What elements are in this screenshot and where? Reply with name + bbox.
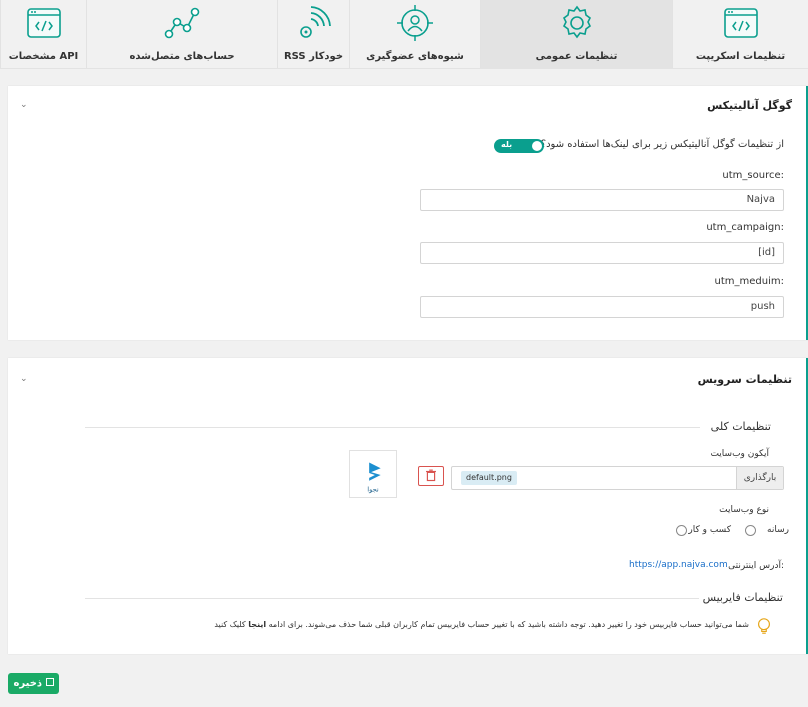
address-link[interactable]: https://app.najva.com <box>629 560 728 570</box>
tab-label: تنظیمات اسکریپت <box>695 51 786 62</box>
save-label: ذخیره <box>13 678 43 689</box>
firebase-note-tail: کلیک کنید <box>214 620 246 629</box>
code-window-icon <box>723 8 758 38</box>
delete-icon-button[interactable] <box>418 466 444 486</box>
utm-medium-input[interactable]: push <box>420 296 784 318</box>
radio-media[interactable] <box>745 525 756 536</box>
lightbulb-icon <box>758 618 770 634</box>
toggle-label: بله <box>501 140 513 149</box>
toggle-knob <box>532 141 542 151</box>
target-icon <box>397 5 433 41</box>
tab-label: شیوه‌های عضوگیری <box>366 51 464 62</box>
analytics-question: از تنظیمات گوگل آنالیتیکس زیر برای لینک‌… <box>540 139 784 150</box>
tab-label: تنظیمات عمومی <box>535 51 618 62</box>
rss-icon <box>299 6 331 38</box>
analytics-title: گوگل آنالیتیکس <box>707 99 792 112</box>
tab-membership-methods[interactable]: شیوه‌های عضوگیری <box>349 0 480 68</box>
save-button[interactable]: ذخیره <box>8 673 59 694</box>
radio-media-label: رسانه <box>767 525 789 535</box>
connected-nodes-icon <box>164 7 200 39</box>
utm-campaign-input[interactable]: [id] <box>420 242 784 264</box>
tab-rss[interactable]: RSS خودکار <box>277 0 349 68</box>
trash-icon <box>426 469 436 482</box>
tab-label: حساب‌های متصل‌شده <box>129 51 235 62</box>
tab-script-settings[interactable]: تنظیمات اسکریپت <box>672 0 808 68</box>
utm-source-label: utm_source: <box>722 170 784 181</box>
radio-business[interactable] <box>676 525 687 536</box>
code-window-icon <box>26 8 61 38</box>
firebase-link[interactable]: اینجا <box>248 620 266 629</box>
firebase-note-text: شما می‌توانید حساب فایربیس خود را تغییر … <box>268 620 749 629</box>
floppy-icon <box>45 678 54 686</box>
firebase-note: شما می‌توانید حساب فایربیس خود را تغییر … <box>214 620 749 629</box>
logo-text: نجوا <box>367 485 379 493</box>
analytics-card: گوگل آنالیتیکس ⌄ از تنظیمات گوگل آنالیتی… <box>8 86 808 340</box>
service-card: تنظیمات سرویس ⌄ تنظیمات کلی آیکون وب‌سای… <box>8 358 808 654</box>
chevron-down-icon[interactable]: ⌄ <box>20 100 28 110</box>
gear-icon <box>562 5 591 39</box>
upload-button[interactable]: بارگذاری <box>736 467 783 489</box>
utm-campaign-label: utm_campaign: <box>706 222 784 233</box>
address-label: آدرس اینترنتی: <box>728 561 784 571</box>
tab-general-settings[interactable]: تنظیمات عمومی <box>480 0 672 68</box>
website-icon-label: آیکون وب‌سایت <box>710 449 769 459</box>
service-title: تنظیمات سرویس <box>697 373 792 386</box>
website-logo-preview: نجوا <box>349 450 397 498</box>
general-settings-title: تنظیمات کلی <box>710 420 771 433</box>
divider <box>85 427 700 428</box>
tab-api-details[interactable]: مشخصات API <box>0 0 86 68</box>
tab-label: مشخصات API <box>8 51 79 62</box>
analytics-toggle[interactable]: بله <box>494 139 544 153</box>
site-type-label: نوع وب‌سایت <box>719 505 769 515</box>
tab-bar: تنظیمات اسکریپت تنظیمات عمومی شیوه‌های ع… <box>0 0 808 69</box>
tab-label: RSS خودکار <box>283 51 344 62</box>
utm-medium-label: utm_meduim: <box>714 276 784 287</box>
chevron-down-icon[interactable]: ⌄ <box>20 374 28 384</box>
file-name-chip: default.png <box>461 471 517 485</box>
utm-source-input[interactable]: Najva <box>420 189 784 211</box>
firebase-settings-title: تنظیمات فایربیس <box>702 591 783 604</box>
divider <box>85 598 699 599</box>
tab-connected-accounts[interactable]: حساب‌های متصل‌شده <box>86 0 277 68</box>
radio-business-label: کسب و کار <box>688 525 731 535</box>
file-upload-field[interactable]: بارگذاری default.png <box>451 466 784 490</box>
najva-logo: نجوا <box>367 462 381 493</box>
